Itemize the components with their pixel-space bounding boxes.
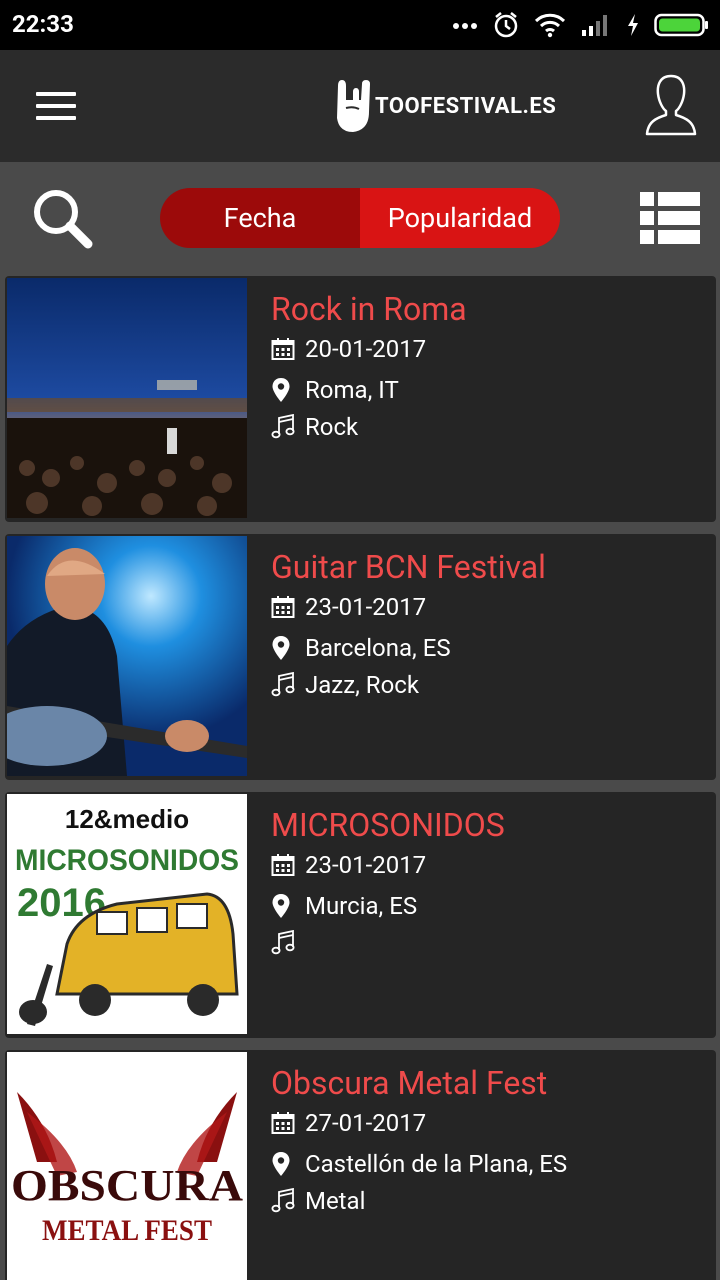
list-view-icon xyxy=(640,192,700,244)
festival-date: 27-01-2017 xyxy=(271,1108,426,1138)
wifi-icon xyxy=(534,13,566,38)
festival-date: 23-01-2017 xyxy=(271,592,426,622)
user-profile-icon xyxy=(645,74,697,136)
festival-genres-text: Jazz, Rock xyxy=(305,671,419,699)
festival-image-obscura-metal-fest-logo: OBSCURA METAL FEST xyxy=(7,1052,247,1280)
signal-icon xyxy=(582,15,607,36)
poster-brand-text: 12&medio xyxy=(65,804,189,834)
festival-location-text: Barcelona, ES xyxy=(305,634,451,662)
festival-genres-text: Metal xyxy=(305,1187,366,1215)
sort-by-popularity-tab[interactable]: Popularidad xyxy=(360,188,560,248)
festival-title: Guitar BCN Festival xyxy=(271,548,546,586)
hamburger-icon-line xyxy=(36,116,76,120)
festival-genres-text: Rock xyxy=(305,413,359,441)
calendar-icon xyxy=(271,850,301,880)
hamburger-icon-line xyxy=(36,92,76,96)
festival-card[interactable]: OBSCURA METAL FEST Obscura Metal Fest 27… xyxy=(5,1050,716,1280)
search-icon xyxy=(34,190,93,249)
festival-date: 20-01-2017 xyxy=(271,334,426,364)
music-note-icon xyxy=(271,1186,301,1216)
poster-title-text: OBSCURA xyxy=(11,1161,243,1210)
festival-genres: Metal xyxy=(271,1186,365,1216)
festival-location: Roma, IT xyxy=(271,375,399,405)
festival-image-microsonidos-poster: 12&medio MICROSONIDOS 2016 xyxy=(7,794,247,1034)
calendar-icon xyxy=(271,1108,301,1138)
status-time: 22:33 xyxy=(12,10,74,38)
festival-location: Murcia, ES xyxy=(271,891,417,921)
festival-location-text: Roma, IT xyxy=(305,376,399,404)
hamburger-icon-line xyxy=(36,104,76,108)
calendar-icon xyxy=(271,592,301,622)
sort-segmented-control: Fecha Popularidad xyxy=(160,188,560,248)
festival-date-text: 27-01-2017 xyxy=(305,1109,427,1137)
music-note-icon xyxy=(271,670,301,700)
status-bar: 22:33 xyxy=(0,0,720,50)
festival-title: Rock in Roma xyxy=(271,290,467,328)
status-icons xyxy=(452,8,710,42)
festival-image-guitarist-on-stage xyxy=(7,536,247,776)
filter-toolbar: Fecha Popularidad xyxy=(0,162,720,274)
battery-icon xyxy=(654,13,708,37)
festival-location-text: Castellón de la Plana, ES xyxy=(305,1150,568,1178)
festival-genres: Rock xyxy=(271,412,358,442)
festival-date-text: 23-01-2017 xyxy=(305,593,427,621)
rock-hand-icon xyxy=(337,80,370,132)
music-note-icon xyxy=(271,412,301,442)
festival-location: Castellón de la Plana, ES xyxy=(271,1149,567,1179)
map-pin-icon xyxy=(271,1149,301,1179)
festival-date-text: 23-01-2017 xyxy=(305,851,427,879)
festival-location: Barcelona, ES xyxy=(271,633,451,663)
sort-by-date-tab[interactable]: Fecha xyxy=(160,188,360,248)
alarm-icon xyxy=(494,12,518,38)
poster-subtitle-text: METAL FEST xyxy=(42,1214,212,1247)
festival-genres: Jazz, Rock xyxy=(271,670,419,700)
charging-icon xyxy=(628,14,638,36)
poster-title-text: MICROSONIDOS xyxy=(15,844,239,877)
festival-genres xyxy=(271,928,305,958)
menu-button[interactable] xyxy=(36,92,76,120)
music-note-icon xyxy=(271,928,301,958)
festival-card[interactable]: Rock in Roma 20-01-2017 Roma, IT Rock xyxy=(5,276,716,522)
festival-image-crowd-at-night xyxy=(7,278,247,518)
festival-location-text: Murcia, ES xyxy=(305,892,418,920)
map-pin-icon xyxy=(271,891,301,921)
brand-name: TOOFESTIVAL.ES xyxy=(375,93,557,119)
festival-title: Obscura Metal Fest xyxy=(271,1064,548,1102)
festival-card[interactable]: 12&medio MICROSONIDOS 2016 MICROSONIDOS … xyxy=(5,792,716,1038)
more-dots-icon xyxy=(453,23,477,29)
festival-date-text: 20-01-2017 xyxy=(305,335,427,363)
brand-logo[interactable]: TOOFESTIVAL.ES xyxy=(333,78,556,134)
festival-card[interactable]: Guitar BCN Festival 23-01-2017 Barcelona… xyxy=(5,534,716,780)
map-pin-icon xyxy=(271,375,301,405)
list-view-button[interactable] xyxy=(640,192,700,244)
festival-date: 23-01-2017 xyxy=(271,850,426,880)
app-header: TOOFESTIVAL.ES xyxy=(0,50,720,162)
search-button[interactable] xyxy=(30,186,94,250)
calendar-icon xyxy=(271,334,301,364)
festival-title: MICROSONIDOS xyxy=(271,806,505,844)
profile-button[interactable] xyxy=(644,72,698,138)
map-pin-icon xyxy=(271,633,301,663)
